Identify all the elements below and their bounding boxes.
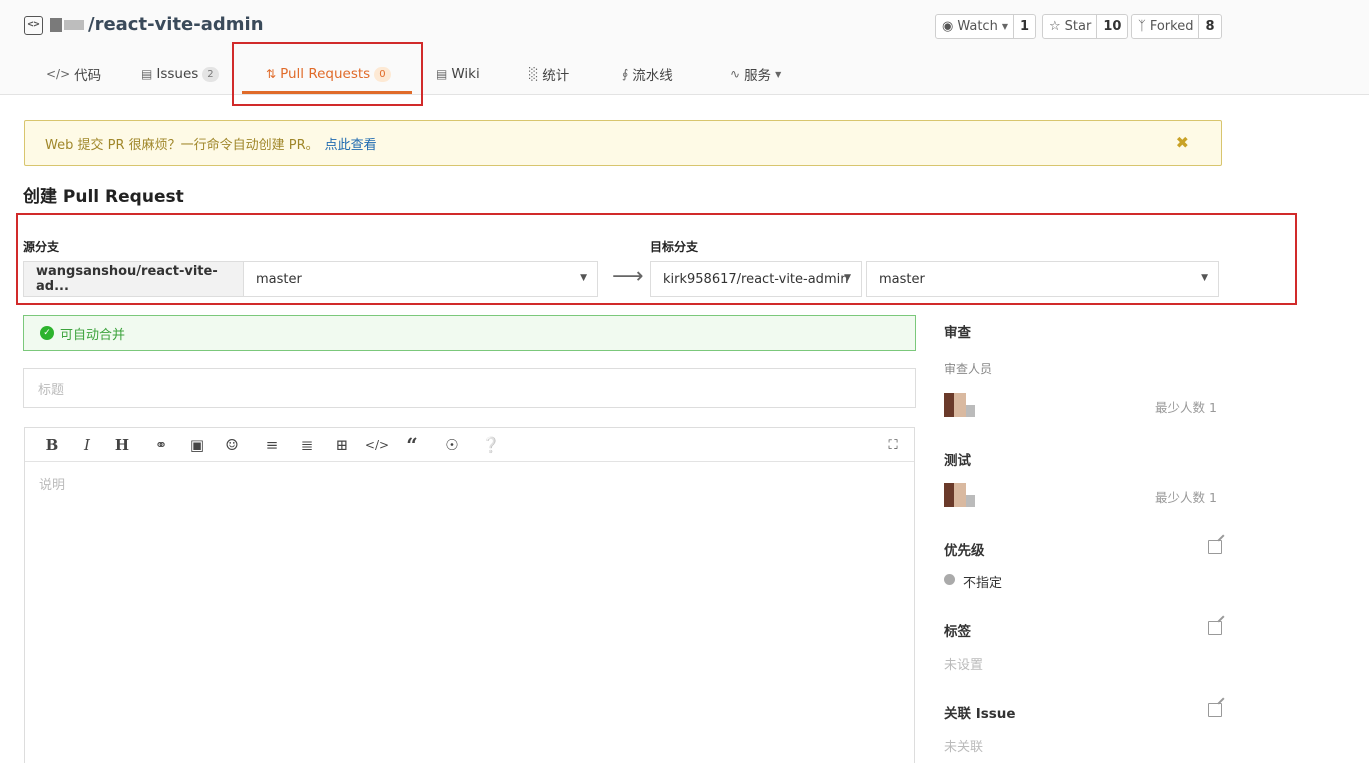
forked-count[interactable]: 8 xyxy=(1199,15,1220,38)
italic-icon[interactable]: I xyxy=(76,434,98,456)
test-heading: 测试 xyxy=(944,453,971,469)
priority-heading: 优先级 xyxy=(944,543,985,559)
bar-chart-icon: ░ xyxy=(529,67,539,81)
banner-text: Web 提交 PR 很麻烦？一行命令自动创建 PR。 xyxy=(45,137,319,153)
forked-button[interactable]: ᛉ Forked 8 xyxy=(1131,14,1222,39)
repo-owner-blurred[interactable] xyxy=(50,14,88,36)
numbered-list-icon[interactable]: ≣ xyxy=(296,434,318,456)
heading-icon[interactable]: H xyxy=(111,434,133,456)
priority-dot-icon xyxy=(944,574,955,585)
target-branch-select[interactable]: master ▼ xyxy=(866,261,1219,297)
issues-icon: ▤ xyxy=(141,67,153,81)
book-icon: ▤ xyxy=(436,67,448,81)
quote-icon[interactable]: “ xyxy=(401,433,423,457)
repo-name[interactable]: /react-vite-admin xyxy=(88,14,264,35)
close-icon[interactable]: ✖ xyxy=(1176,133,1189,152)
labels-heading: 标签 xyxy=(944,624,971,640)
issues-count-badge: 2 xyxy=(202,66,219,82)
emoji-icon[interactable]: ☺ xyxy=(221,434,243,456)
watch-count[interactable]: 1 xyxy=(1014,15,1035,38)
linked-issue-value: 未关联 xyxy=(944,740,984,755)
tab-services[interactable]: ∿ 服务 ▼ xyxy=(730,56,781,92)
pipeline-icon: ∮ xyxy=(622,67,629,81)
caret-down-icon: ▼ xyxy=(775,69,782,79)
target-repo-select[interactable]: kirk958617/react-vite-admin ▼ xyxy=(650,261,862,297)
avatar[interactable] xyxy=(944,393,976,417)
caret-down-icon: ▼ xyxy=(1001,22,1008,31)
eye-icon: ◉ xyxy=(942,19,954,34)
tab-pull-requests[interactable]: ⇅ Pull Requests 0 xyxy=(266,56,391,92)
preview-eye-icon[interactable]: ☉ xyxy=(441,434,463,456)
description-editor[interactable]: B I H ⚭ ▣ ☺ ≡ ≣ ⊞ </> “ ☉ ❔ ⛶ 说明 xyxy=(24,427,915,763)
caret-down-icon: ▼ xyxy=(1201,273,1208,283)
review-heading: 审查 xyxy=(944,325,971,341)
source-branch-select[interactable]: master ▼ xyxy=(243,261,598,297)
source-branch-label: 源分支 xyxy=(23,240,60,254)
code-icon: </> xyxy=(46,67,71,81)
merge-status: ✓ 可自动合并 xyxy=(23,315,916,351)
bold-icon[interactable]: B xyxy=(41,434,63,456)
image-icon[interactable]: ▣ xyxy=(186,434,208,456)
fork-icon: ᛉ xyxy=(1138,19,1146,34)
pull-request-icon: ⇅ xyxy=(266,67,277,81)
test-min-count: 最少人数 1 xyxy=(1155,490,1217,505)
caret-down-icon: ▼ xyxy=(580,273,587,283)
description-textarea[interactable]: 说明 xyxy=(25,462,914,505)
editor-toolbar: B I H ⚭ ▣ ☺ ≡ ≣ ⊞ </> “ ☉ ❔ ⛶ xyxy=(25,428,914,462)
repo-icon: <> xyxy=(24,16,43,35)
edit-icon[interactable] xyxy=(1208,621,1222,635)
source-repo-select[interactable]: wangsanshou/react-vite-ad... xyxy=(23,261,244,297)
watch-button[interactable]: ◉ Watch ▼ 1 xyxy=(935,14,1037,39)
pr-title-input[interactable]: 标题 xyxy=(23,368,916,408)
star-button[interactable]: ☆ Star 10 xyxy=(1042,14,1129,39)
priority-value: 不指定 xyxy=(963,576,1003,591)
active-tab-underline xyxy=(242,91,412,94)
reviewers-label: 审查人员 xyxy=(944,362,993,376)
tab-issues[interactable]: ▤ Issues 2 xyxy=(141,56,219,92)
tab-code[interactable]: </> 代码 xyxy=(46,56,101,92)
star-icon: ☆ xyxy=(1049,19,1061,34)
edit-icon[interactable] xyxy=(1208,703,1222,717)
linked-issue-heading: 关联 Issue xyxy=(944,706,1016,722)
tab-pipeline[interactable]: ∮ 流水线 xyxy=(622,56,673,92)
help-icon[interactable]: ❔ xyxy=(480,434,502,456)
fullscreen-icon[interactable]: ⛶ xyxy=(882,434,904,456)
code-block-icon[interactable]: </> xyxy=(365,434,389,456)
bullet-list-icon[interactable]: ≡ xyxy=(261,434,283,456)
arrow-right-icon: ⟶ xyxy=(612,264,644,289)
tab-wiki[interactable]: ▤ Wiki xyxy=(436,56,480,92)
repo-header: <> /react-vite-admin ◉ Watch ▼ 1 ☆ Star 10 … xyxy=(0,0,1369,95)
avatar[interactable] xyxy=(944,483,976,507)
link-icon[interactable]: ⚭ xyxy=(150,434,172,456)
pulse-icon: ∿ xyxy=(730,67,741,81)
cli-tip-banner: Web 提交 PR 很麻烦？一行命令自动创建 PR。 点此查看 ✖ xyxy=(24,120,1222,166)
pr-count-badge: 0 xyxy=(374,66,391,82)
caret-down-icon: ▼ xyxy=(844,273,851,283)
target-branch-label: 目标分支 xyxy=(650,240,699,254)
page-title: 创建 Pull Request xyxy=(23,187,184,207)
banner-link[interactable]: 点此查看 xyxy=(325,134,377,153)
labels-value: 未设置 xyxy=(944,658,984,673)
review-min-count: 最少人数 1 xyxy=(1155,400,1217,415)
check-circle-icon: ✓ xyxy=(40,326,54,340)
star-count[interactable]: 10 xyxy=(1097,15,1127,38)
tab-stats[interactable]: ░ 统计 xyxy=(529,56,569,92)
edit-icon[interactable] xyxy=(1208,540,1222,554)
table-icon[interactable]: ⊞ xyxy=(331,434,353,456)
